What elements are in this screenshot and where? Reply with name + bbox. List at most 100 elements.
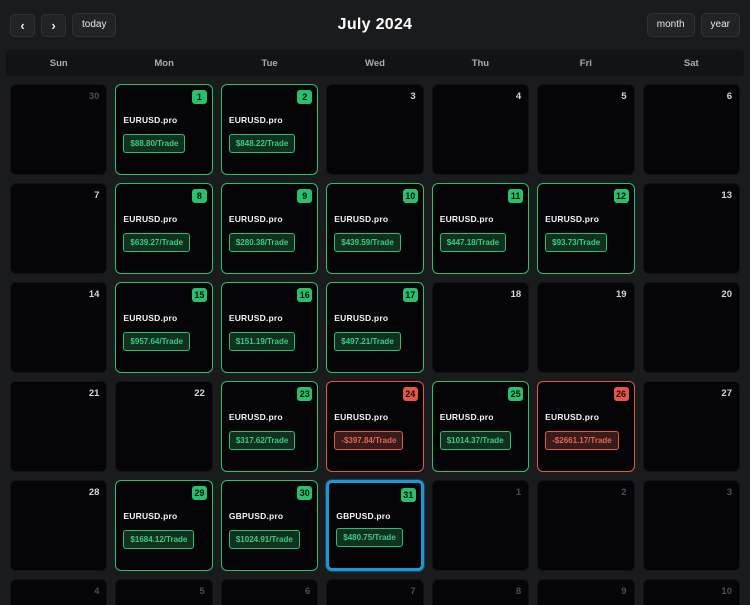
day-number-badge: 1 <box>192 90 207 104</box>
day-number-badge: 13 <box>721 190 732 201</box>
day-number-badge: 23 <box>297 387 312 401</box>
calendar-day-10[interactable]: 10EURUSD.pro$439.59/Trade <box>326 183 423 274</box>
prev-month-button[interactable]: ‹ <box>10 14 35 37</box>
calendar-day-2[interactable]: 2 EURUSD.pro $848.22/Trade <box>221 84 318 175</box>
calendar-day-10-outside[interactable]: 10 <box>643 579 740 605</box>
trade-value-chip: -$397.84/Trade <box>334 431 403 450</box>
calendar-day-9-outside[interactable]: 9 <box>537 579 634 605</box>
calendar-day-13[interactable]: 13 <box>643 183 740 274</box>
calendar-day-11[interactable]: 11EURUSD.pro$447.18/Trade <box>432 183 529 274</box>
day-number-badge: 25 <box>508 387 523 401</box>
year-view-button[interactable]: year <box>701 13 740 37</box>
calendar-day-7[interactable]: 7 <box>10 183 107 274</box>
calendar-day-30[interactable]: 30 GBPUSD.pro $1024.91/Trade <box>221 480 318 571</box>
trade-value-chip: $1024.91/Trade <box>229 530 300 549</box>
calendar-day-6-outside[interactable]: 6 <box>221 579 318 605</box>
calendar-day-14[interactable]: 14 <box>10 282 107 373</box>
trade-value-chip: $317.62/Trade <box>229 431 295 450</box>
day-number-badge: 10 <box>721 586 732 597</box>
calendar-day-30-outside[interactable]: 30 <box>10 84 107 175</box>
next-month-button[interactable]: › <box>41 14 66 37</box>
day-number-badge: 3 <box>410 91 415 102</box>
calendar-day-31[interactable]: 31GBPUSD.pro$480.75/Trade <box>326 480 423 571</box>
trade-symbol: EURUSD.pro <box>440 214 521 224</box>
calendar-day-18[interactable]: 18 <box>432 282 529 373</box>
trade-symbol: EURUSD.pro <box>123 115 204 125</box>
day-number-badge: 9 <box>621 586 626 597</box>
trade-value-chip: $497.21/Trade <box>334 332 400 351</box>
calendar-day-28[interactable]: 28 <box>10 480 107 571</box>
trade-value-chip: $957.64/Trade <box>123 332 189 351</box>
calendar-day-29[interactable]: 29EURUSD.pro$1684.12/Trade <box>115 480 212 571</box>
calendar-day-4-outside[interactable]: 4 <box>10 579 107 605</box>
day-number-badge: 2 <box>621 487 626 498</box>
calendar-day-3[interactable]: 3 <box>326 84 423 175</box>
day-number-badge: 7 <box>410 586 415 597</box>
trade-symbol: EURUSD.pro <box>229 115 310 125</box>
day-number-badge: 10 <box>403 189 418 203</box>
calendar-day-25[interactable]: 25EURUSD.pro$1014.37/Trade <box>432 381 529 472</box>
calendar-day-3-outside[interactable]: 3 <box>643 480 740 571</box>
calendar-day-15[interactable]: 15EURUSD.pro$957.64/Trade <box>115 282 212 373</box>
calendar-day-8[interactable]: 8EURUSD.pro$639.27/Trade <box>115 183 212 274</box>
trade-value-chip: $848.22/Trade <box>229 134 295 153</box>
calendar-day-1[interactable]: 1EURUSD.pro$88.80/Trade <box>115 84 212 175</box>
calendar-grid: 301EURUSD.pro$88.80/Trade2EURUSD.pro$848… <box>0 76 750 605</box>
trade-symbol: EURUSD.pro <box>229 412 310 422</box>
day-number-badge: 6 <box>305 586 310 597</box>
trade-value-chip: $639.27/Trade <box>123 233 189 252</box>
calendar-day-17[interactable]: 17EURUSD.pro$497.21/Trade <box>326 282 423 373</box>
weekday-header-row: Sun Mon Tue Wed Thu Fri Sat <box>6 50 744 76</box>
calendar-day-27[interactable]: 27 <box>643 381 740 472</box>
page-title: July 2024 <box>338 16 413 34</box>
weekday-tue: Tue <box>217 58 322 69</box>
day-number-badge: 21 <box>89 388 100 399</box>
calendar-day-4[interactable]: 4 <box>432 84 529 175</box>
day-number-badge: 4 <box>94 586 99 597</box>
trade-value-chip: -$2661.17/Trade <box>545 431 619 450</box>
day-number-badge: 2 <box>297 90 312 104</box>
nav-controls: ‹ › today <box>10 13 116 37</box>
day-number-badge: 30 <box>89 91 100 102</box>
trade-symbol: EURUSD.pro <box>123 214 204 224</box>
day-number-badge: 11 <box>508 189 523 203</box>
calendar-day-21[interactable]: 21 <box>10 381 107 472</box>
calendar-day-16[interactable]: 16EURUSD.pro$151.19/Trade <box>221 282 318 373</box>
day-number-badge: 20 <box>721 289 732 300</box>
day-number-badge: 27 <box>721 388 732 399</box>
calendar-day-26[interactable]: 26 EURUSD.pro -$2661.17/Trade <box>537 381 634 472</box>
day-number-badge: 6 <box>727 91 732 102</box>
month-view-button[interactable]: month <box>647 13 695 37</box>
trade-value-chip: $93.73/Trade <box>545 233 607 252</box>
day-number-badge: 30 <box>297 486 312 500</box>
calendar-day-5-outside[interactable]: 5 <box>115 579 212 605</box>
calendar-day-9[interactable]: 9EURUSD.pro$280.38/Trade <box>221 183 318 274</box>
trade-symbol: GBPUSD.pro <box>336 511 413 521</box>
trade-value-chip: $280.38/Trade <box>229 233 295 252</box>
calendar-day-23[interactable]: 23 EURUSD.pro $317.62/Trade <box>221 381 318 472</box>
weekday-thu: Thu <box>428 58 533 69</box>
calendar-day-19[interactable]: 19 <box>537 282 634 373</box>
view-switcher: month year <box>647 13 740 37</box>
chevron-left-icon: ‹ <box>20 19 24 32</box>
calendar-day-22[interactable]: 22 <box>115 381 212 472</box>
trade-value-chip: $480.75/Trade <box>336 528 402 547</box>
day-number-badge: 15 <box>192 288 207 302</box>
day-number-badge: 1 <box>516 487 521 498</box>
day-number-badge: 17 <box>403 288 418 302</box>
calendar-day-7-outside[interactable]: 7 <box>326 579 423 605</box>
calendar-day-20[interactable]: 20 <box>643 282 740 373</box>
day-number-badge: 26 <box>614 387 629 401</box>
calendar-day-5[interactable]: 5 <box>537 84 634 175</box>
calendar-day-6[interactable]: 6 <box>643 84 740 175</box>
today-button[interactable]: today <box>72 13 116 37</box>
day-number-badge: 18 <box>511 289 522 300</box>
trade-symbol: GBPUSD.pro <box>229 511 310 521</box>
calendar-day-8-outside[interactable]: 8 <box>432 579 529 605</box>
calendar-day-24[interactable]: 24EURUSD.pro-$397.84/Trade <box>326 381 423 472</box>
calendar-day-2-outside[interactable]: 2 <box>537 480 634 571</box>
calendar-day-1-outside[interactable]: 1 <box>432 480 529 571</box>
trade-symbol: EURUSD.pro <box>123 511 204 521</box>
trade-symbol: EURUSD.pro <box>545 412 626 422</box>
calendar-day-12[interactable]: 12EURUSD.pro$93.73/Trade <box>537 183 634 274</box>
